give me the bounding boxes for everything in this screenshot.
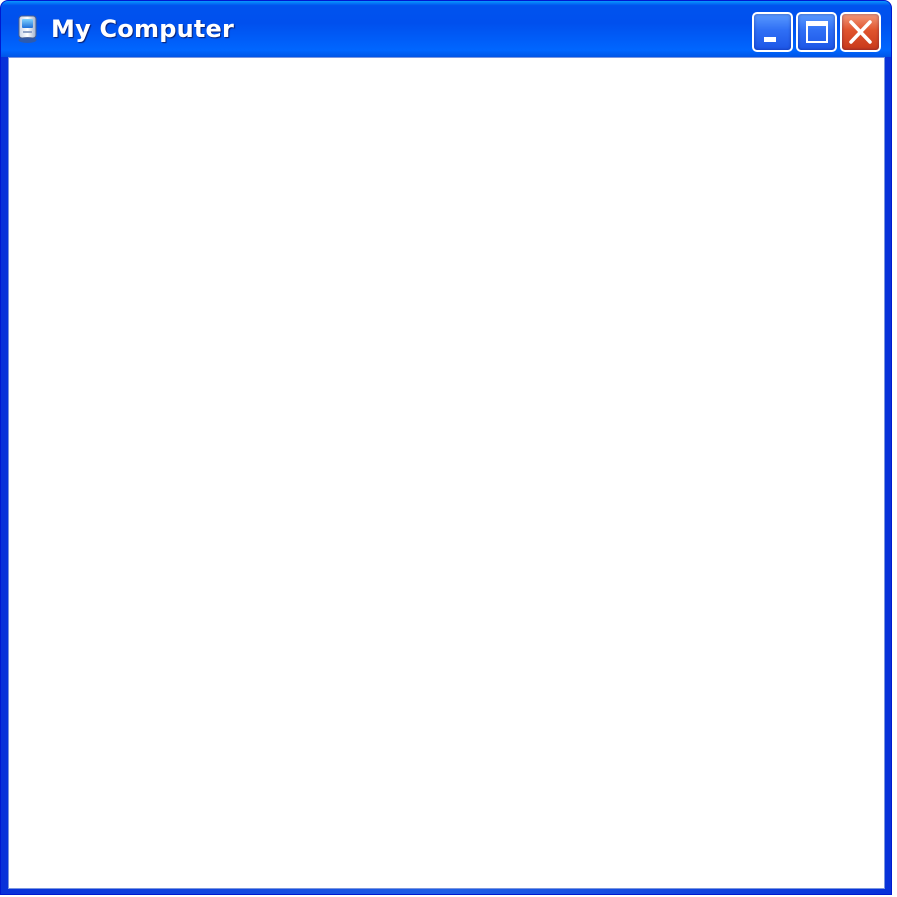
window-title: My Computer <box>51 15 235 43</box>
my-computer-window: My Computer <box>0 0 892 895</box>
minimize-button[interactable] <box>752 12 793 52</box>
window-controls <box>752 12 881 52</box>
title-bar[interactable]: My Computer <box>1 1 891 57</box>
close-icon <box>849 20 872 44</box>
maximize-button[interactable] <box>796 12 837 52</box>
close-button[interactable] <box>840 12 881 52</box>
maximize-icon <box>806 21 828 43</box>
computer-icon <box>15 14 41 44</box>
window-content-area <box>8 57 885 889</box>
minimize-icon <box>764 37 776 42</box>
